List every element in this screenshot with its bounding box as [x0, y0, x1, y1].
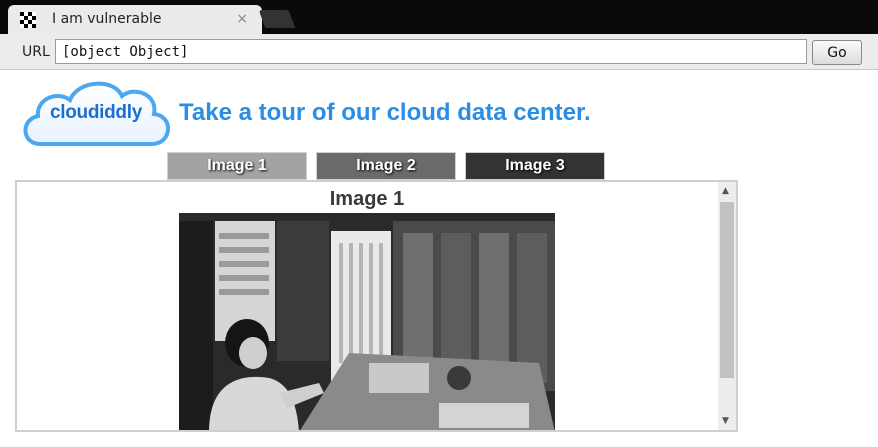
url-label: URL — [22, 44, 50, 60]
tab-title: I am vulnerable — [52, 11, 162, 27]
tab-image-2[interactable]: Image 2 — [316, 152, 456, 180]
image-frame: Image 1 ▲ ▼ — [15, 180, 738, 432]
image-title: Image 1 — [329, 188, 405, 210]
favicon-icon — [20, 12, 36, 28]
scroll-up-icon[interactable]: ▲ — [722, 186, 729, 196]
new-tab-button[interactable] — [258, 10, 296, 28]
page-content: cloudiddly Take a tour of our cloud data… — [0, 70, 878, 447]
page-headline: Take a tour of our cloud data center. — [179, 99, 591, 126]
tab-image-3[interactable]: Image 3 — [465, 152, 605, 180]
url-input[interactable] — [55, 39, 807, 64]
go-button[interactable]: Go — [812, 40, 862, 65]
tab-close-icon[interactable]: × — [236, 11, 248, 27]
browser-tab[interactable]: I am vulnerable × — [8, 5, 262, 34]
tab-image-1[interactable]: Image 1 — [167, 152, 307, 180]
data-center-photo — [179, 213, 555, 430]
logo-text: cloudiddly — [49, 102, 142, 123]
scroll-thumb[interactable] — [720, 202, 734, 378]
scroll-down-icon[interactable]: ▼ — [722, 416, 729, 426]
vertical-scrollbar[interactable]: ▲ ▼ — [718, 182, 736, 430]
browser-titlebar: I am vulnerable × — [0, 0, 878, 34]
cloudiddly-logo: cloudiddly — [18, 72, 176, 160]
url-bar: URL Go — [0, 34, 878, 70]
